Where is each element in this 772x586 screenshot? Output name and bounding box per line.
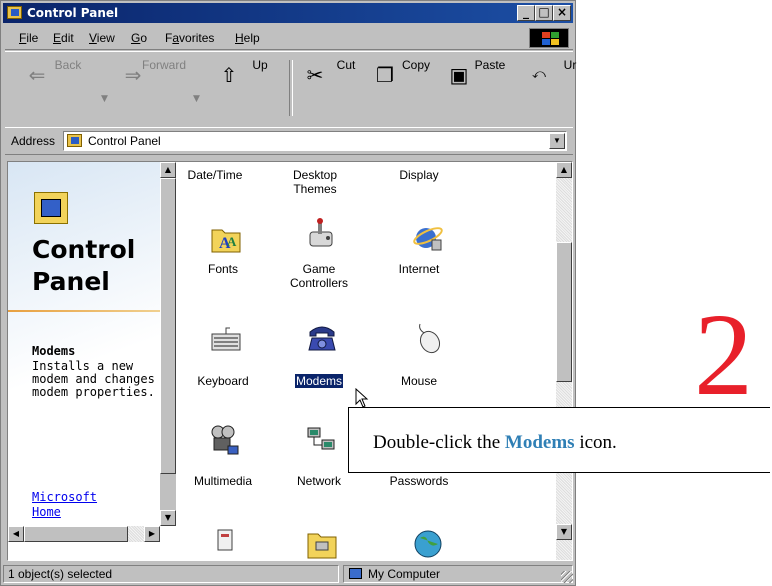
left-pane-vscroll[interactable]: ▲ ▼ — [160, 162, 176, 526]
printers-folder-icon[interactable] — [306, 528, 338, 560]
left-pane-hscroll[interactable]: ◀ ▶ — [8, 526, 160, 542]
forward-dropdown-icon[interactable]: ▼ — [193, 94, 200, 104]
icon-network[interactable]: Network — [274, 474, 364, 488]
regional-settings-icon[interactable] — [412, 528, 444, 560]
keyboard-icon[interactable] — [210, 324, 242, 356]
address-bar: Address Control Panel ▼ — [5, 127, 573, 155]
toolbar-separator — [289, 60, 293, 116]
menu-go[interactable]: Go — [131, 31, 147, 45]
scroll-thumb[interactable] — [160, 178, 176, 474]
icon-passwords[interactable]: Passwords — [374, 474, 464, 488]
multimedia-icon[interactable] — [208, 424, 240, 456]
scroll-right-icon[interactable]: ▶ — [144, 526, 160, 542]
maximize-button[interactable]: □ — [535, 5, 553, 21]
menu-help[interactable]: Help — [235, 31, 260, 45]
modem-telephone-icon[interactable] — [306, 322, 338, 354]
control-panel-icon — [67, 134, 82, 147]
scroll-up-icon[interactable]: ▲ — [556, 162, 572, 178]
step-number: 2 — [694, 289, 753, 420]
address-label: Address — [11, 134, 56, 148]
content-area: Control Panel Modems Installs a new mode… — [7, 161, 573, 561]
control-panel-icon — [7, 6, 22, 19]
icon-display[interactable]: Display — [374, 168, 464, 182]
menu-file[interactable]: File — [19, 31, 38, 45]
icons-vscroll[interactable]: ▲ ▼ — [556, 162, 572, 560]
toolbar: ⇐ Back ▼ ⇒ Forward ▼ ⇧ Up ✂ Cut ❐ Copy ▣… — [5, 51, 576, 126]
status-selection: 1 object(s) selected — [3, 565, 339, 583]
control-panel-large-icon — [34, 192, 68, 224]
scroll-down-icon[interactable]: ▼ — [160, 510, 176, 526]
icon-modems[interactable]: Modems — [274, 373, 364, 389]
menu-view[interactable]: View — [89, 31, 115, 45]
forward-button[interactable]: ⇒ Forward — [119, 58, 186, 118]
scroll-down-icon[interactable]: ▼ — [556, 524, 572, 540]
minimize-button[interactable]: _ — [517, 5, 535, 21]
icon-keyboard[interactable]: Keyboard — [178, 374, 268, 388]
selected-item-name: Modems — [32, 344, 76, 358]
address-dropdown-button[interactable]: ▼ — [549, 133, 565, 149]
web-view-pane: Control Panel Modems Installs a new mode… — [8, 162, 160, 526]
scroll-left-icon[interactable]: ◀ — [8, 526, 24, 542]
address-value: Control Panel — [88, 134, 161, 148]
menu-edit[interactable]: Edit — [53, 31, 74, 45]
fonts-icon[interactable]: A A — [210, 222, 242, 254]
status-bar: 1 object(s) selected My Computer — [3, 563, 575, 585]
up-button[interactable]: ⇧ Up — [215, 58, 277, 118]
icon-desktop-themes[interactable]: Desktop Themes — [270, 168, 360, 196]
mouse-icon[interactable] — [412, 322, 444, 354]
svg-text:A: A — [227, 234, 237, 249]
windows-logo-icon — [529, 28, 569, 48]
icon-internet[interactable]: Internet — [374, 262, 464, 276]
selected-item-description: Installs a new modem and changes modem p… — [32, 359, 155, 399]
pane-title: Control Panel — [32, 235, 136, 296]
icon-fonts[interactable]: Fonts — [178, 262, 268, 276]
internet-icon[interactable] — [412, 222, 444, 254]
icon-game-controllers[interactable]: Game Controllers — [274, 262, 364, 290]
icon-mouse[interactable]: Mouse — [374, 374, 464, 388]
pane-divider — [8, 310, 160, 312]
microsoft-home-link[interactable]: Microsoft Home — [32, 490, 152, 520]
printer-icon[interactable] — [210, 528, 242, 560]
icon-multimedia[interactable]: Multimedia — [178, 474, 268, 488]
menu-favorites[interactable]: Favorites — [165, 31, 214, 45]
network-icon[interactable] — [306, 424, 338, 456]
icon-date-time[interactable]: Date/Time — [170, 168, 260, 182]
undo-button[interactable]: ⤺ Ur — [525, 58, 576, 118]
back-button[interactable]: ⇐ Back — [23, 58, 85, 118]
scroll-thumb[interactable] — [556, 242, 572, 382]
title-bar[interactable]: Control Panel _ □ × — [3, 3, 573, 23]
control-panel-window: Control Panel _ □ × File Edit View Go Fa… — [0, 0, 576, 586]
modems-label-selected: Modems — [293, 373, 345, 389]
window-title: Control Panel — [27, 6, 119, 20]
my-computer-icon — [349, 568, 362, 579]
cut-button[interactable]: ✂ Cut — [301, 58, 363, 118]
back-dropdown-icon[interactable]: ▼ — [101, 94, 108, 104]
icons-view: Date/Time Desktop Themes Display A A Fon… — [178, 162, 538, 560]
close-button[interactable]: × — [553, 5, 571, 21]
paste-button[interactable]: ▣ Paste — [445, 58, 507, 118]
status-zone: My Computer — [343, 565, 573, 583]
copy-button[interactable]: ❐ Copy — [371, 58, 433, 118]
instruction-text: Double-click the Modems icon. — [373, 432, 617, 453]
mouse-pointer-icon — [355, 388, 369, 408]
menu-bar: File Edit View Go Favorites Help — [5, 27, 573, 50]
game-controller-icon[interactable] — [306, 218, 338, 250]
hscroll-thumb[interactable] — [24, 526, 128, 542]
address-field[interactable]: Control Panel ▼ — [63, 131, 567, 151]
resize-grip[interactable] — [561, 571, 573, 583]
